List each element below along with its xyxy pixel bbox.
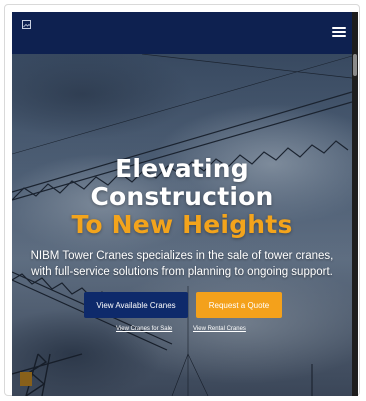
hero-section: Elevating Construction To New Heights NI… <box>12 54 352 396</box>
top-navbar <box>12 12 352 54</box>
hero-heading-line2: Construction <box>90 182 274 211</box>
view-rental-cranes-link[interactable]: View Rental Cranes <box>193 326 246 332</box>
broken-image-icon[interactable] <box>22 20 32 30</box>
view-cranes-for-sale-link[interactable]: View Cranes for Sale <box>116 326 172 332</box>
menu-bar <box>332 27 346 29</box>
page-scrollbar[interactable] <box>352 12 358 396</box>
scrollbar-thumb[interactable] <box>353 54 357 76</box>
request-quote-button[interactable]: Request a Quote <box>196 292 282 318</box>
hero-description: NIBM Tower Cranes specializes in the sal… <box>30 250 334 278</box>
hamburger-menu-icon[interactable] <box>332 24 346 40</box>
page-viewport: Elevating Construction To New Heights NI… <box>12 12 358 396</box>
hero-heading-highlight: To New Heights <box>71 210 293 239</box>
hero-heading-line1: Elevating <box>115 154 249 183</box>
view-available-cranes-button[interactable]: View Available Cranes <box>84 292 188 318</box>
menu-bar <box>332 31 346 33</box>
menu-bar <box>332 35 346 37</box>
